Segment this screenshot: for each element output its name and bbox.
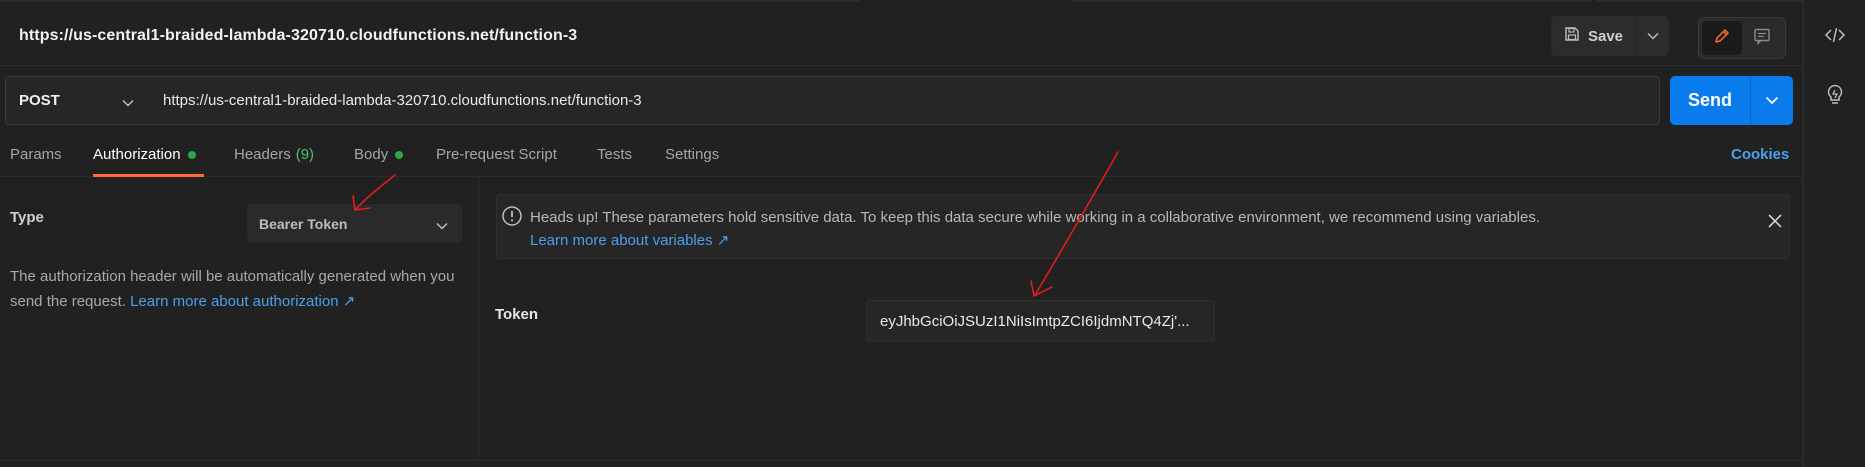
tab-headers[interactable]: Headers (9): [234, 146, 314, 163]
chevron-down-icon: [1765, 92, 1779, 110]
chevron-down-icon: [122, 94, 134, 111]
send-button[interactable]: Send: [1670, 76, 1751, 125]
url-input[interactable]: https://us-central1-braided-lambda-32071…: [148, 76, 1660, 125]
tab-authorization[interactable]: Authorization: [93, 146, 196, 163]
learn-more-auth-link[interactable]: Learn more about authorization ↗: [130, 293, 355, 310]
auth-type-label: Type: [10, 209, 44, 226]
code-icon[interactable]: [1824, 25, 1846, 50]
auth-type-panel: Type Bearer Token The authorization head…: [0, 177, 479, 460]
tab-label: Headers: [234, 146, 291, 163]
save-label: Save: [1587, 27, 1624, 45]
request-title[interactable]: https://us-central1-braided-lambda-32071…: [19, 27, 577, 45]
comment-mode-button[interactable]: [1742, 21, 1782, 55]
sensitive-data-alert: Heads up! These parameters hold sensitiv…: [496, 194, 1790, 259]
url-value: https://us-central1-braided-lambda-32071…: [163, 92, 642, 109]
comment-icon: [1753, 27, 1771, 50]
view-mode-toggle: [1698, 17, 1786, 59]
edit-mode-button[interactable]: [1702, 21, 1742, 55]
send-options-button[interactable]: [1751, 76, 1793, 125]
tab-params[interactable]: Params: [10, 146, 62, 163]
auth-type-value: Bearer Token: [259, 215, 348, 232]
alert-message: Heads up! These parameters hold sensitiv…: [530, 209, 1540, 226]
status-dot: [395, 150, 404, 159]
tab-settings[interactable]: Settings: [665, 146, 719, 163]
send-button-group: Send: [1670, 76, 1793, 125]
method-select[interactable]: POST: [5, 76, 149, 125]
request-workspace: https://us-central1-braided-lambda-32071…: [0, 0, 1803, 467]
request-tabs: Params Authorization Headers (9) Body Pr…: [0, 133, 1803, 177]
tab-label: Tests: [597, 146, 633, 163]
method-value: POST: [19, 92, 60, 109]
tab-label: Settings: [665, 146, 720, 163]
chevron-down-icon: [436, 217, 448, 233]
token-label: Token: [495, 306, 539, 323]
tab-label: Authorization: [93, 146, 181, 163]
request-header: https://us-central1-braided-lambda-32071…: [0, 4, 1803, 66]
headers-count: (9): [295, 146, 315, 163]
auth-description: The authorization header will be automat…: [10, 264, 470, 314]
token-value: eyJhbGciOiJSUzI1NiIsImtpZCI6IjdmNTQ4Zj'.…: [880, 312, 1190, 330]
close-icon[interactable]: [1767, 213, 1783, 234]
lightbulb-icon[interactable]: [1824, 83, 1846, 112]
token-input[interactable]: eyJhbGciOiJSUzI1NiIsImtpZCI6IjdmNTQ4Zj'.…: [866, 300, 1215, 342]
learn-more-variables-link[interactable]: Learn more about variables ↗: [530, 231, 729, 249]
tab-label: Body: [354, 146, 389, 163]
status-dot: [187, 150, 196, 159]
save-button-group: Save: [1551, 16, 1669, 56]
floppy-disk-icon: [1564, 26, 1580, 46]
tab-label: Params: [10, 146, 62, 163]
save-options-button[interactable]: [1637, 16, 1669, 56]
auth-type-select[interactable]: Bearer Token: [247, 204, 462, 243]
tab-pre-request-script[interactable]: Pre-request Script: [436, 146, 557, 163]
panel-divider: [0, 460, 1803, 461]
tab-tests[interactable]: Tests: [597, 146, 632, 163]
tab-body[interactable]: Body: [354, 146, 404, 163]
save-button[interactable]: Save: [1551, 16, 1637, 56]
right-sidebar: [1803, 0, 1865, 467]
tab-label: Pre-request Script: [436, 146, 557, 163]
cookies-link[interactable]: Cookies: [1731, 146, 1789, 163]
chevron-down-icon: [1647, 27, 1659, 45]
pencil-icon: [1713, 27, 1731, 50]
info-circle-icon: [501, 205, 523, 232]
